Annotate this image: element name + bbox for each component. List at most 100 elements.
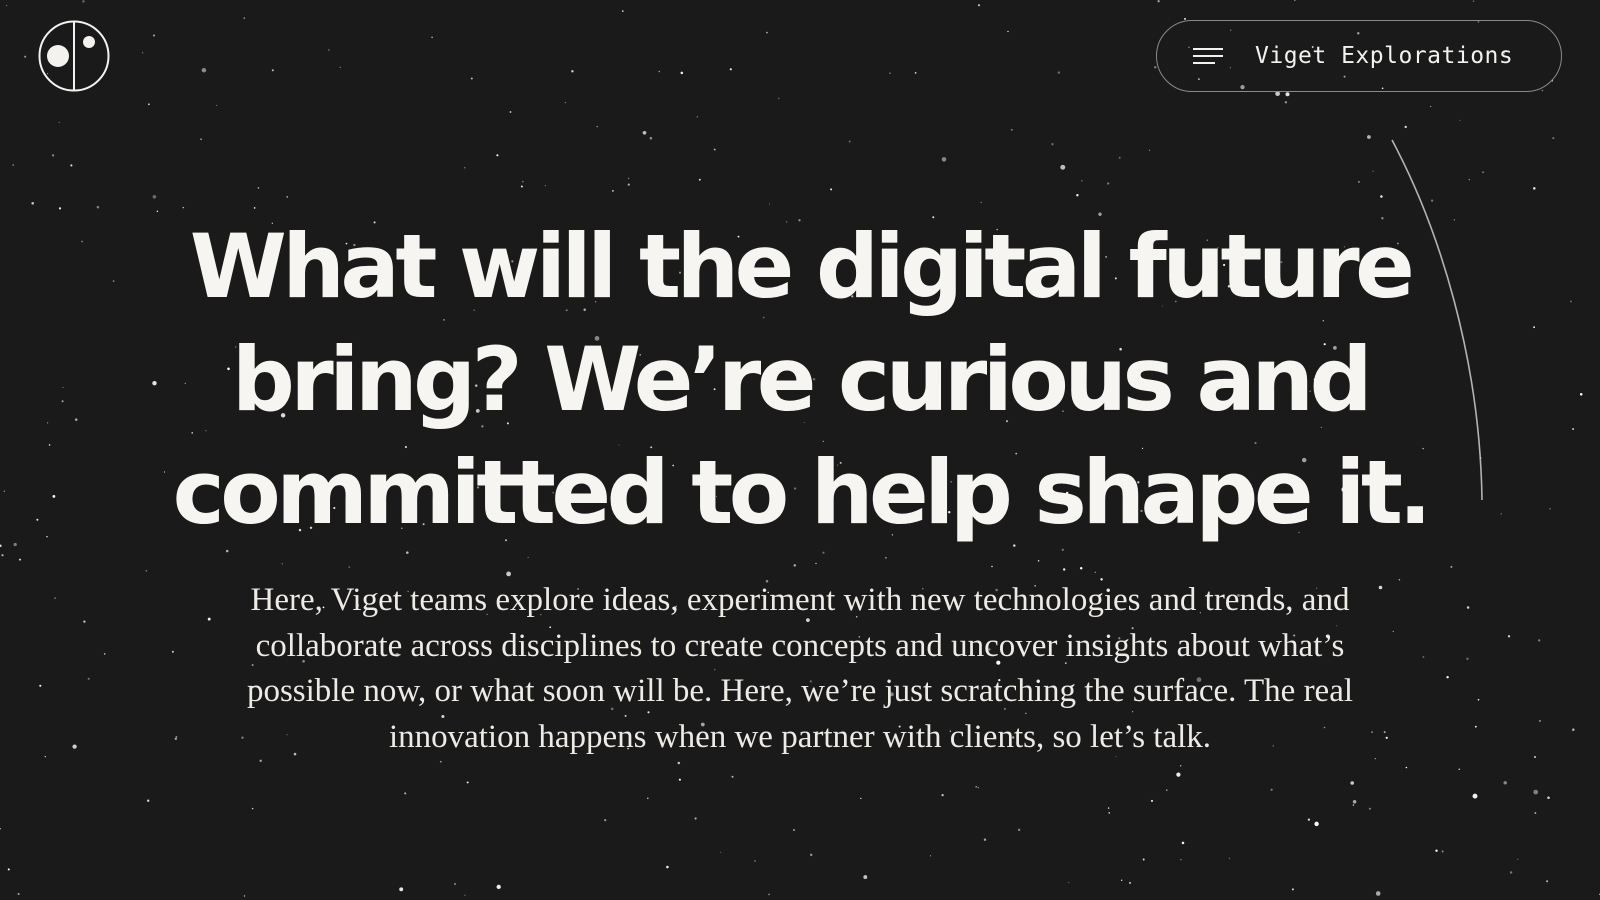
star (778, 97, 780, 99)
star (257, 187, 260, 189)
star (1579, 393, 1583, 396)
star (544, 185, 546, 187)
star (1094, 571, 1096, 573)
star (1150, 799, 1154, 802)
star (1307, 818, 1311, 821)
star (983, 838, 987, 841)
star (678, 778, 681, 781)
star (1284, 101, 1288, 104)
star (991, 565, 993, 568)
star (439, 760, 442, 763)
star (1037, 560, 1040, 562)
star (174, 737, 178, 741)
star (1051, 143, 1054, 146)
star (1010, 128, 1013, 131)
menu-button[interactable]: Viget Explorations (1156, 20, 1562, 92)
star (399, 887, 404, 892)
star (596, 125, 598, 128)
star (200, 138, 202, 141)
star (1435, 849, 1438, 852)
star (406, 551, 409, 554)
star (6, 4, 8, 7)
star (253, 207, 256, 209)
star (1503, 781, 1507, 785)
star (680, 71, 684, 75)
star (404, 792, 407, 795)
star (83, 620, 86, 623)
star (1293, 0, 1296, 2)
star (24, 55, 27, 58)
star (1352, 800, 1357, 804)
star (207, 617, 211, 621)
star (1509, 871, 1513, 874)
star (527, 556, 529, 559)
star (1314, 821, 1319, 827)
star (1007, 30, 1009, 33)
star (860, 797, 862, 800)
star (18, 558, 22, 561)
star (509, 111, 512, 113)
star (914, 72, 917, 74)
star (809, 853, 813, 857)
star (1538, 639, 1541, 642)
star (848, 140, 851, 143)
star (1148, 149, 1151, 151)
star (520, 185, 523, 188)
star (1368, 807, 1371, 810)
star (1107, 807, 1110, 809)
star (243, 17, 246, 19)
star (171, 650, 174, 653)
viget-explorations-logo-icon[interactable] (38, 20, 110, 92)
star (72, 744, 77, 749)
star (754, 860, 756, 862)
star (464, 894, 466, 896)
star (1547, 796, 1550, 800)
star (243, 895, 246, 897)
star (225, 549, 229, 553)
star (731, 775, 734, 778)
star (1118, 156, 1121, 159)
star (863, 875, 868, 880)
star (201, 67, 207, 73)
star (941, 157, 947, 162)
star (1430, 106, 1432, 107)
star (1446, 676, 1449, 679)
star (1107, 182, 1110, 185)
star (147, 103, 150, 106)
star (348, 566, 351, 568)
star (147, 799, 150, 802)
star (1572, 428, 1575, 430)
star (3, 490, 5, 492)
star (1398, 578, 1401, 581)
star (1181, 841, 1185, 845)
star (1057, 71, 1061, 74)
star (1422, 656, 1425, 658)
star (1180, 859, 1182, 861)
star (1275, 91, 1280, 97)
star (621, 10, 624, 12)
star (216, 104, 218, 106)
star (1534, 812, 1537, 814)
star (889, 72, 891, 75)
star (677, 761, 681, 765)
star (1176, 772, 1181, 777)
star (1371, 731, 1373, 733)
star (1121, 879, 1123, 881)
star (1466, 657, 1469, 660)
star (1270, 788, 1273, 791)
star (1533, 755, 1537, 759)
star (152, 194, 157, 199)
star (768, 203, 771, 205)
star (1405, 766, 1408, 769)
star (328, 49, 330, 51)
star (1472, 0, 1475, 3)
star (1477, 698, 1480, 701)
star (830, 188, 833, 191)
star (44, 755, 46, 758)
star (1552, 137, 1555, 140)
star (152, 34, 156, 37)
star (1017, 828, 1021, 832)
star (281, 563, 283, 565)
star (1285, 92, 1290, 97)
star (286, 196, 288, 198)
